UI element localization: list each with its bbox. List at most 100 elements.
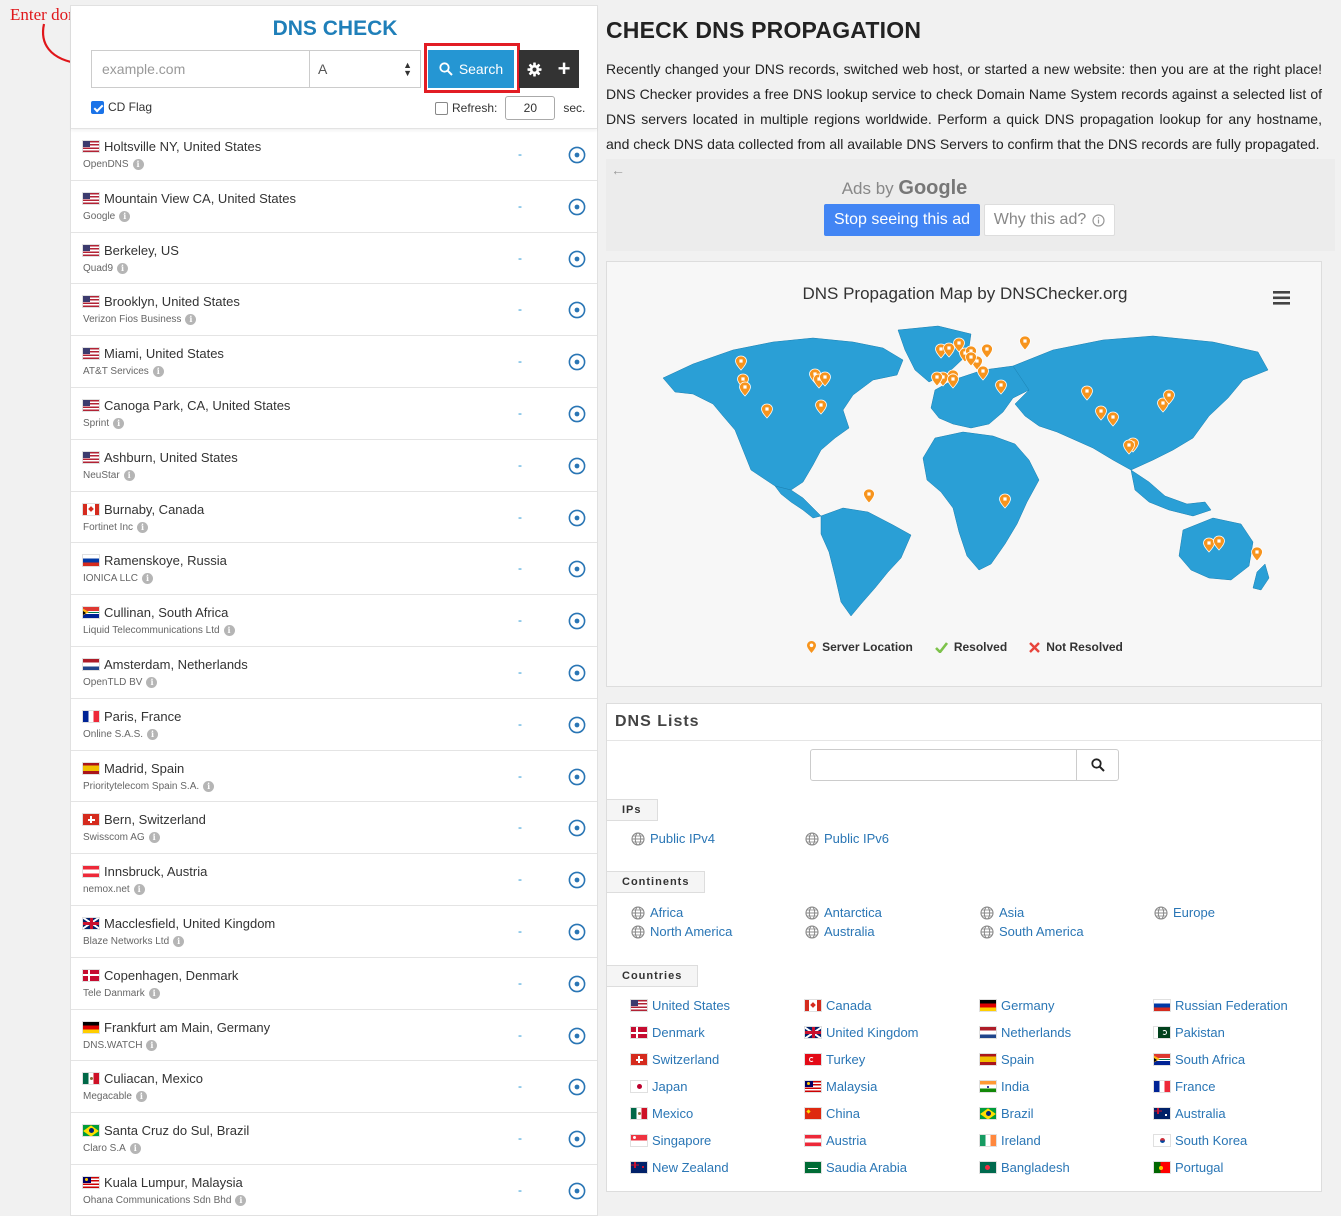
country-list-item[interactable]: United States — [631, 998, 730, 1013]
country-list-item[interactable]: United Kingdom — [805, 1025, 919, 1040]
info-icon[interactable]: i — [137, 521, 149, 533]
country-list-item[interactable]: Switzerland — [631, 1052, 719, 1067]
dns-lists-search-button[interactable] — [1076, 749, 1119, 781]
target-icon[interactable] — [568, 301, 586, 319]
refresh-checkbox[interactable] — [435, 101, 448, 115]
info-icon[interactable]: i — [152, 366, 164, 378]
info-icon[interactable]: i — [146, 1039, 158, 1051]
target-icon[interactable] — [568, 1078, 586, 1096]
country-list-item[interactable]: Ireland — [980, 1133, 1041, 1148]
info-icon[interactable]: i — [113, 417, 125, 429]
country-list-item[interactable]: South Korea — [1154, 1133, 1247, 1148]
country-list-item[interactable]: Singapore — [631, 1133, 711, 1148]
country-list-item[interactable]: Pakistan — [1154, 1025, 1225, 1040]
target-icon[interactable] — [568, 768, 586, 786]
locate-server-button[interactable] — [568, 353, 586, 376]
locate-server-button[interactable] — [568, 923, 586, 946]
continent-list-item[interactable]: Australia — [805, 924, 875, 939]
map-menu-icon[interactable] — [1273, 291, 1290, 305]
ad-back-icon[interactable]: ← — [611, 162, 625, 178]
country-list-item[interactable]: Bangladesh — [980, 1160, 1070, 1175]
info-icon[interactable]: i — [117, 262, 129, 274]
server-location-marker[interactable] — [863, 488, 875, 504]
country-list-item[interactable]: Germany — [980, 998, 1054, 1013]
locate-server-button[interactable] — [568, 198, 586, 221]
locate-server-button[interactable] — [568, 1078, 586, 1101]
locate-server-button[interactable] — [568, 1027, 586, 1050]
country-list-item[interactable]: Netherlands — [980, 1025, 1071, 1040]
locate-server-button[interactable] — [568, 664, 586, 687]
info-icon[interactable]: i — [146, 676, 158, 688]
country-list-item[interactable]: Denmark — [631, 1025, 705, 1040]
info-icon[interactable]: i — [173, 935, 185, 947]
target-icon[interactable] — [568, 353, 586, 371]
country-list-item[interactable]: China — [805, 1106, 860, 1121]
country-list-item[interactable]: Russian Federation — [1154, 998, 1288, 1013]
target-icon[interactable] — [568, 1130, 586, 1148]
info-icon[interactable]: i — [148, 987, 160, 999]
settings-button[interactable] — [519, 50, 549, 88]
record-type-select[interactable]: A ▲ ▼ — [310, 50, 421, 88]
target-icon[interactable] — [568, 664, 586, 682]
info-icon[interactable]: i — [132, 159, 144, 170]
target-icon[interactable] — [568, 509, 586, 527]
continent-list-item[interactable]: Africa — [631, 905, 683, 920]
country-list-item[interactable]: Brazil — [980, 1106, 1034, 1121]
info-icon[interactable]: i — [185, 314, 197, 326]
locate-server-button[interactable] — [568, 1182, 586, 1205]
country-list-item[interactable]: Mexico — [631, 1106, 693, 1121]
country-list-item[interactable]: Japan — [631, 1079, 687, 1094]
target-icon[interactable] — [568, 1027, 586, 1045]
locate-server-button[interactable] — [568, 146, 586, 169]
locate-server-button[interactable] — [568, 509, 586, 532]
server-location-marker[interactable] — [1019, 335, 1031, 351]
info-icon[interactable]: i — [235, 1194, 247, 1206]
target-icon[interactable] — [568, 612, 586, 630]
locate-server-button[interactable] — [568, 301, 586, 324]
target-icon[interactable] — [568, 716, 586, 734]
country-list-item[interactable]: Canada — [805, 998, 872, 1013]
country-list-item[interactable]: New Zealand — [631, 1160, 729, 1175]
target-icon[interactable] — [568, 457, 586, 475]
country-list-item[interactable]: Portugal — [1154, 1160, 1223, 1175]
why-this-ad-button[interactable]: Why this ad? — [984, 204, 1115, 236]
info-icon[interactable]: i — [133, 884, 145, 896]
domain-input[interactable] — [91, 50, 310, 88]
target-icon[interactable] — [568, 975, 586, 993]
info-icon[interactable]: i — [148, 832, 160, 844]
country-list-item[interactable]: Australia — [1154, 1106, 1226, 1121]
info-icon[interactable]: i — [142, 573, 154, 585]
target-icon[interactable] — [568, 923, 586, 941]
target-icon[interactable] — [568, 198, 586, 216]
stop-seeing-ad-button[interactable]: Stop seeing this ad — [824, 204, 980, 236]
add-server-button[interactable]: + — [549, 50, 579, 88]
locate-server-button[interactable] — [568, 250, 586, 273]
info-icon[interactable]: i — [129, 1143, 141, 1155]
country-list-item[interactable]: France — [1154, 1079, 1215, 1094]
country-list-item[interactable]: India — [980, 1079, 1029, 1094]
info-icon[interactable]: i — [135, 1091, 147, 1103]
target-icon[interactable] — [568, 405, 586, 423]
continent-list-item[interactable]: Europe — [1154, 905, 1215, 920]
country-list-item[interactable]: Turkey — [805, 1052, 865, 1067]
target-icon[interactable] — [568, 871, 586, 889]
country-list-item[interactable]: South Africa — [1154, 1052, 1245, 1067]
ip-list-item[interactable]: Public IPv6 — [805, 831, 889, 846]
locate-server-button[interactable] — [568, 612, 586, 635]
info-icon[interactable]: i — [147, 728, 159, 740]
country-list-item[interactable]: Saudia Arabia — [805, 1160, 907, 1175]
target-icon[interactable] — [568, 250, 586, 268]
continent-list-item[interactable]: South America — [980, 924, 1084, 939]
country-list-item[interactable]: Malaysia — [805, 1079, 877, 1094]
refresh-interval-input[interactable]: 20 — [505, 96, 556, 120]
cd-flag-option[interactable]: CD Flag — [91, 100, 152, 114]
locate-server-button[interactable] — [568, 768, 586, 791]
continent-list-item[interactable]: Asia — [980, 905, 1024, 920]
info-icon[interactable]: i — [223, 625, 235, 637]
search-button[interactable]: Search — [428, 50, 514, 88]
cd-flag-checkbox[interactable] — [91, 100, 104, 114]
locate-server-button[interactable] — [568, 975, 586, 998]
continent-list-item[interactable]: Antarctica — [805, 905, 882, 920]
server-location-marker[interactable] — [981, 343, 993, 359]
country-list-item[interactable]: Austria — [805, 1133, 866, 1148]
